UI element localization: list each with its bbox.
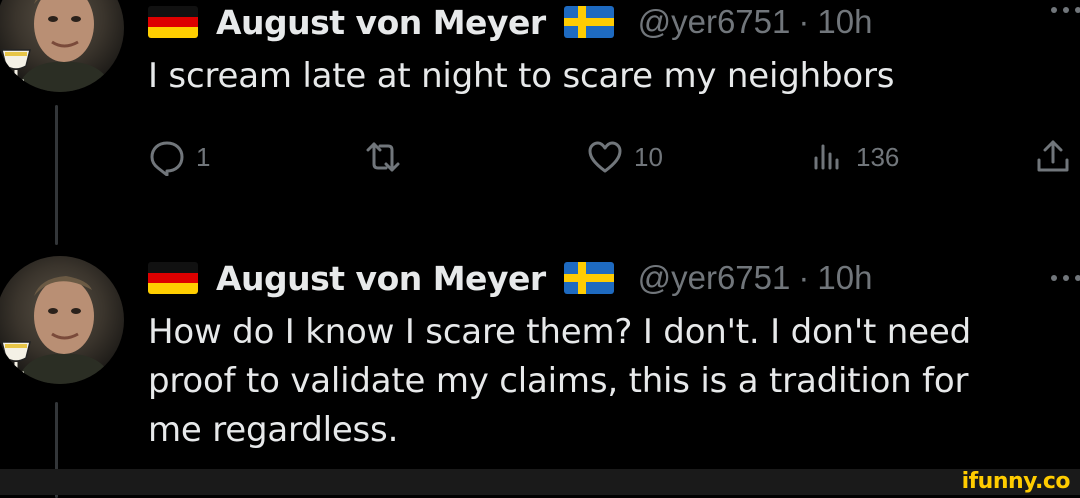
author-name[interactable]: August von Meyer	[216, 259, 546, 298]
watermark-bar: ifunny.co	[0, 469, 1080, 495]
retweet-icon	[364, 138, 402, 176]
views-count: 136	[856, 141, 900, 172]
heart-icon	[586, 138, 624, 176]
author-handle[interactable]: @yer6751	[638, 3, 791, 41]
views-icon	[808, 138, 846, 176]
reply-count: 1	[196, 141, 211, 172]
share-button[interactable]	[1034, 132, 1072, 182]
author-name[interactable]: August von Meyer	[216, 3, 546, 42]
avatar-photo	[1, 0, 114, 92]
ifunny-logo: ifunny.co	[961, 469, 1071, 494]
more-icon[interactable]	[1046, 0, 1080, 20]
avatar[interactable]	[0, 0, 124, 92]
sweden-flag-icon	[563, 6, 614, 38]
separator-dot: ·	[798, 259, 810, 296]
share-icon	[1034, 138, 1072, 176]
avatar-photo	[1, 276, 114, 384]
like-count: 10	[634, 141, 663, 172]
author-handle[interactable]: @yer6751	[638, 259, 791, 297]
germany-flag-icon	[148, 262, 198, 294]
reply-icon	[148, 138, 186, 176]
tweet-1[interactable]: August von Meyer @yer6751 · 10h I scream…	[0, 0, 1080, 250]
timestamp[interactable]: 10h	[817, 3, 872, 41]
tweet-header: August von Meyer @yer6751 · 10h	[148, 256, 872, 300]
separator-dot: ·	[798, 3, 810, 40]
thread-line	[55, 105, 58, 245]
more-icon[interactable]	[1046, 268, 1080, 288]
tweet-actions: 1 10 136	[148, 132, 1080, 182]
avatar[interactable]	[0, 256, 124, 384]
tweet-2[interactable]: August von Meyer @yer6751 · 10h How do I…	[0, 250, 1080, 498]
tweet-header: August von Meyer @yer6751 · 10h	[148, 0, 872, 44]
tweet-text: I scream late at night to scare my neigh…	[148, 56, 895, 96]
retweet-button[interactable]	[364, 132, 412, 182]
like-button[interactable]: 10	[586, 132, 663, 182]
reply-button[interactable]: 1	[148, 132, 210, 182]
views-button[interactable]: 136	[808, 132, 899, 182]
sweden-flag-icon	[563, 262, 614, 294]
tweet-text: How do I know I scare them? I don't. I d…	[148, 312, 971, 450]
timestamp[interactable]: 10h	[817, 259, 872, 297]
germany-flag-icon	[148, 6, 198, 38]
